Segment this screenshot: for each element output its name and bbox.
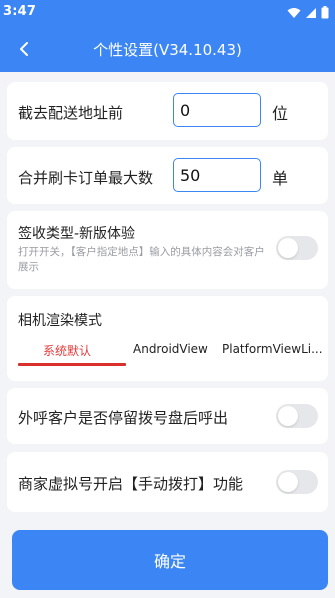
- page-title: 个性设置(V34.10.43): [93, 41, 242, 59]
- truncate-address-unit: 位: [272, 104, 289, 123]
- tab-android-view[interactable]: AndroidView: [133, 342, 208, 356]
- merchant-virtual-card: 商家虚拟号开启【手动拨打】功能: [7, 452, 328, 512]
- camera-render-tabs: 系统默认 AndroidView PlatformViewLi...: [7, 336, 328, 372]
- call-stay-label: 外呼客户是否停留拨号盘后呼出: [18, 409, 229, 427]
- merge-orders-unit: 单: [272, 169, 289, 188]
- truncate-address-card: 截去配送地址前 位: [7, 82, 328, 140]
- call-stay-card: 外呼客户是否停留拨号盘后呼出: [7, 388, 328, 444]
- status-icons: [287, 6, 329, 19]
- tab-system-default[interactable]: 系统默认: [43, 342, 91, 359]
- confirm-button[interactable]: 确定: [12, 530, 328, 590]
- call-stay-toggle[interactable]: [276, 404, 318, 428]
- merge-orders-card: 合并刷卡订单最大数 单: [7, 147, 328, 204]
- app-header: 个性设置(V34.10.43): [0, 26, 335, 72]
- status-time: 3:47: [3, 4, 37, 19]
- merchant-virtual-label: 商家虚拟号开启【手动拨打】功能: [18, 475, 244, 493]
- toggle-knob: [278, 406, 298, 426]
- toggle-knob: [278, 238, 298, 258]
- tab-platform-view[interactable]: PlatformViewLi...: [222, 342, 323, 356]
- truncate-address-label: 截去配送地址前: [18, 104, 124, 122]
- tab-indicator: [18, 363, 126, 366]
- signal-icon: [306, 7, 316, 18]
- merge-orders-label: 合并刷卡订单最大数: [18, 169, 154, 187]
- wifi-icon: [287, 7, 301, 18]
- merchant-virtual-toggle[interactable]: [276, 470, 318, 494]
- sign-type-toggle[interactable]: [276, 236, 318, 260]
- truncate-address-input[interactable]: [173, 93, 261, 127]
- status-bar: 3:47: [0, 0, 335, 26]
- sign-type-card: 签收类型-新版体验 打开开关，【客户指定地点】输入的具体内容会对客户展示: [7, 211, 328, 289]
- toggle-knob: [278, 472, 298, 492]
- sign-type-label: 签收类型-新版体验: [18, 226, 136, 242]
- camera-render-label: 相机渲染模式: [18, 313, 102, 329]
- camera-render-card: 相机渲染模式 系统默认 AndroidView PlatformViewLi..…: [7, 296, 328, 381]
- battery-icon: [321, 6, 329, 19]
- sign-type-description: 打开开关，【客户指定地点】输入的具体内容会对客户展示: [18, 246, 265, 273]
- merge-orders-input[interactable]: [173, 158, 261, 192]
